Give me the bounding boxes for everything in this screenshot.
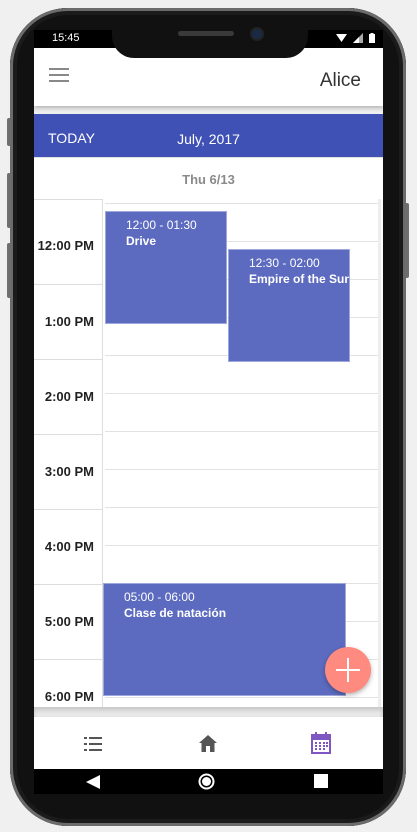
hour-label: 2:00 PM <box>44 389 94 404</box>
day-label: Thu 6/13 <box>182 172 235 187</box>
speaker <box>178 31 234 36</box>
scrollbar[interactable] <box>378 199 381 707</box>
events-column: 12:00 - 01:30 Drive 12:30 - 02:00 Empire… <box>103 199 379 707</box>
home-circle-icon[interactable] <box>198 773 215 790</box>
volume-up-button <box>7 173 11 228</box>
back-icon[interactable] <box>86 775 100 789</box>
hour-label: 4:00 PM <box>44 539 94 554</box>
hour-label: 1:00 PM <box>44 314 94 329</box>
calendar-icon <box>311 732 331 754</box>
event-time: 12:30 - 02:00 <box>249 256 320 270</box>
list-icon <box>84 737 102 751</box>
user-name: Alice <box>319 70 361 91</box>
day-grid[interactable]: 12:00 PM 1:00 PM 2:00 PM 3:00 PM 4:00 PM… <box>34 199 383 707</box>
add-event-button[interactable] <box>325 647 371 693</box>
mute-button <box>7 118 11 146</box>
signal-icon <box>353 33 363 43</box>
event-clase-de-natacion[interactable]: 05:00 - 06:00 Clase de natación <box>103 583 346 696</box>
hour-label: 3:00 PM <box>44 464 94 479</box>
hour-label: 5:00 PM <box>44 614 94 629</box>
menu-icon[interactable] <box>49 68 69 82</box>
event-title: Empire of the Sun <box>249 272 350 286</box>
volume-down-button <box>7 243 11 298</box>
hour-label: 12:00 PM <box>37 238 94 253</box>
month-label: July, 2017 <box>177 131 240 147</box>
event-time: 12:00 - 01:30 <box>126 218 197 232</box>
notch <box>112 22 308 58</box>
calendar-header: TODAY July, 2017 <box>34 114 383 157</box>
event-drive[interactable]: 12:00 - 01:30 Drive <box>105 211 227 324</box>
event-empire-of-the-sun[interactable]: 12:30 - 02:00 Empire of the Sun <box>228 249 350 362</box>
front-camera <box>252 29 262 39</box>
status-time: 15:45 <box>52 32 80 44</box>
nav-calendar[interactable] <box>266 717 382 769</box>
recents-icon[interactable] <box>314 774 328 788</box>
battery-icon <box>369 33 375 43</box>
bottom-nav <box>34 717 383 769</box>
power-button <box>405 203 409 278</box>
nav-list[interactable] <box>34 717 150 769</box>
hour-label: 6:00 PM <box>44 689 94 704</box>
screen: 15:45 Alice TODAY July, 2017 Thu 6/13 12… <box>34 30 383 794</box>
event-title: Clase de natación <box>124 606 227 620</box>
time-column: 12:00 PM 1:00 PM 2:00 PM 3:00 PM 4:00 PM… <box>34 199 103 707</box>
day-header: Thu 6/13 <box>34 157 383 201</box>
nav-home[interactable] <box>150 717 266 769</box>
event-title: Drive <box>126 234 157 248</box>
home-icon <box>199 735 217 752</box>
event-time: 05:00 - 06:00 <box>124 590 195 604</box>
system-nav-bar <box>34 769 383 794</box>
wifi-icon <box>336 34 347 42</box>
